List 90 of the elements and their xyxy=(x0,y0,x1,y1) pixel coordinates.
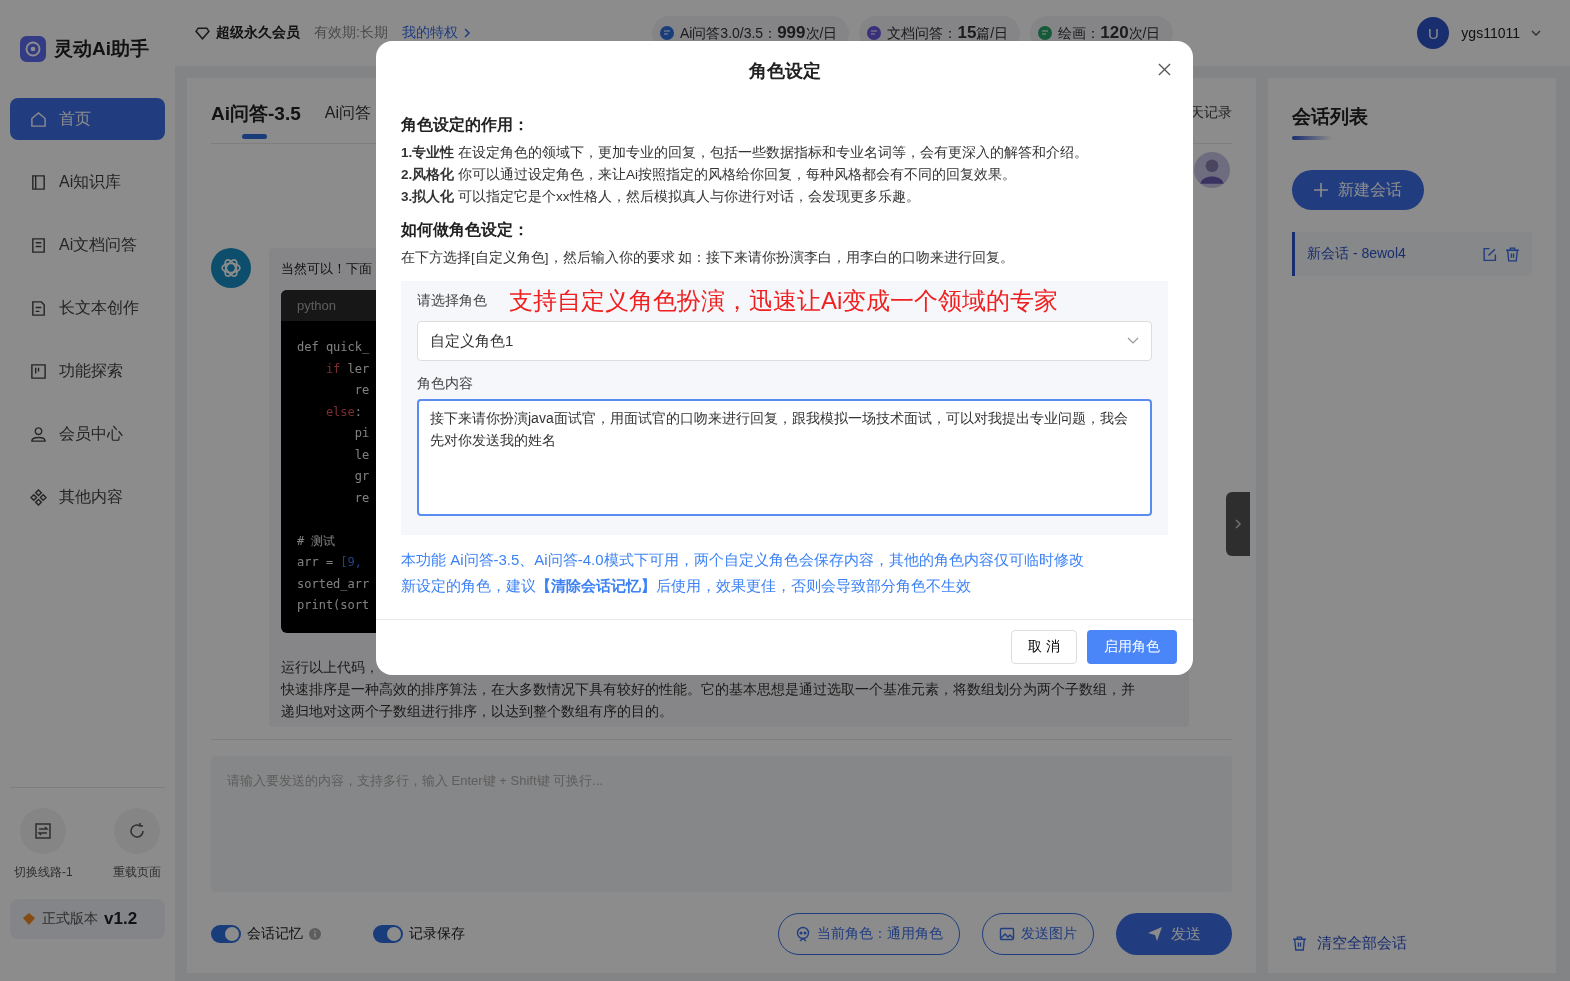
section-heading: 如何做角色设定： xyxy=(401,220,530,240)
toggle-label: 会话记忆 xyxy=(247,925,303,943)
sidebar-item[interactable]: Ai知识库 xyxy=(10,161,165,203)
role-content-input[interactable]: 接下来请你扮演java面试官，用面试官的口吻来进行回复，跟我模拟一场技术面试，可以对我提出专业问题，我会先对你发送我的姓名 xyxy=(417,399,1152,516)
mode-tab[interactable]: Ai问答-3.5 xyxy=(211,86,301,139)
description-text: 在下方选择[自定义角色]，然后输入你的要求 如：接下来请你扮演李白，用李白的口吻来进行回复。 xyxy=(401,249,1016,267)
note-text: 本功能 Ai问答-3.5、Ai问答-4.0模式下可用，两个自定义角色会保存内容，其他的角色内容仅可临时修改 xyxy=(401,550,1085,570)
send-icon xyxy=(1147,926,1163,942)
sidebar-item[interactable]: 会员中心 xyxy=(10,413,165,455)
trash-icon[interactable] xyxy=(1505,246,1520,262)
validity-text: 有效期:长期 xyxy=(314,24,388,42)
session-item[interactable]: 新会话 - 8ewol4 xyxy=(1292,232,1532,276)
tool-button[interactable] xyxy=(20,808,67,854)
tool-label: 重载页面 xyxy=(113,864,161,881)
diamond-icon xyxy=(22,912,36,926)
tool-label: 切换线路-1 xyxy=(14,864,73,881)
role-button[interactable]: 当前角色：通用角色 xyxy=(778,913,960,955)
membership-label: 超级永久会员 xyxy=(216,24,300,42)
toggle-label: 记录保存 xyxy=(409,925,465,943)
message-text: 运行以上代码， xyxy=(281,658,379,677)
code-line: re xyxy=(353,383,370,397)
code-line: sorted_arr xyxy=(297,576,370,591)
user-name[interactable]: ygs11011 xyxy=(1461,25,1520,41)
image-icon xyxy=(999,926,1015,942)
toggle-switch[interactable] xyxy=(373,925,403,943)
clear-all-link[interactable]: 清空全部会话 xyxy=(1292,934,1532,953)
description-text: 2.风格化 你可以通过设定角色，来让Ai按照指定的风格给你回复，每种风格都会有不同的回复效果。 xyxy=(401,166,1018,184)
tool-button[interactable] xyxy=(114,808,160,854)
message-text: 快速排序是一种高效的排序算法，在大多数情况下具有较好的性能。它的基本思想是通过选取一个基准元素，将数组划分为两个子数组，并 xyxy=(281,680,1135,699)
caret-icon xyxy=(1530,29,1542,37)
note-text: 新设定的角色，建议【清除会话记忆】后使用，效果更佳，否则会导致部分角色不生效 xyxy=(401,576,972,596)
sidebar-item[interactable]: 长文本创作 xyxy=(10,287,165,329)
home-icon xyxy=(30,110,47,128)
message-text: 当然可以！下面 xyxy=(281,260,372,278)
section-heading: 角色设定的作用： xyxy=(401,115,530,135)
description-text: 3.拟人化 可以指定它是个xx性格人，然后模拟真人与你进行对话，会发现更多乐趣。 xyxy=(401,188,921,206)
code-line: def quick_ xyxy=(297,340,370,354)
article-icon xyxy=(30,299,47,317)
confirm-button[interactable]: 启用角色 xyxy=(1087,630,1177,664)
dialog-title: 角色设定 xyxy=(748,60,821,83)
side-handle[interactable] xyxy=(1226,492,1250,556)
code-line: else: xyxy=(324,404,363,419)
cancel-button[interactable]: 取 消 xyxy=(1011,630,1077,664)
sidebar-item[interactable]: 其他内容 xyxy=(10,476,165,518)
code-line: gr xyxy=(353,469,370,483)
code-line: le xyxy=(353,447,370,462)
diamond-icon xyxy=(195,25,210,41)
book-icon xyxy=(30,173,47,191)
mode-tab[interactable]: Ai问答 xyxy=(324,89,371,136)
field-label: 角色内容 xyxy=(417,375,474,393)
sidebar-item[interactable]: Ai文档问答 xyxy=(10,224,165,266)
panel-title: 会话列表 xyxy=(1292,105,1369,129)
user-icon xyxy=(30,425,47,443)
sidebar-item[interactable]: 首页 xyxy=(10,98,165,140)
code-line: # 测试 xyxy=(297,533,336,548)
user-avatar[interactable]: U xyxy=(1417,17,1450,49)
code-line: print(sort xyxy=(297,598,370,612)
role-select[interactable]: 自定义角色1 xyxy=(417,321,1152,361)
chevron-icon xyxy=(1234,518,1242,530)
layout-icon xyxy=(30,362,47,380)
code-line: if ler xyxy=(324,361,370,376)
code-line: arr = [9, xyxy=(297,555,363,569)
send-image-button[interactable]: 发送图片 xyxy=(982,913,1094,955)
app-title: 灵动Ai助手 xyxy=(54,37,149,61)
description-text: 1.专业性 在设定角色的领域下，更加专业的回复，包括一些数据指标和专业名词等，会有更深入的解答和介绍。 xyxy=(401,144,1090,162)
edit-icon[interactable] xyxy=(1482,246,1497,262)
user-avatar xyxy=(1194,152,1230,188)
close-icon[interactable] xyxy=(1158,63,1171,76)
code-line: pi xyxy=(353,426,370,440)
robot-icon xyxy=(795,926,811,942)
ai-avatar xyxy=(211,248,251,288)
session-title: 新会话 - 8ewol4 xyxy=(1307,245,1407,263)
logo-icon xyxy=(20,36,46,62)
sidebar-item[interactable]: 功能探索 xyxy=(10,350,165,392)
field-label: 请选择角色 xyxy=(417,292,487,310)
reload-icon xyxy=(127,821,147,841)
version-badge: 正式版本 v1.2 xyxy=(10,899,165,939)
chevron-icon xyxy=(462,27,471,39)
message-text: 递归地对这两个子数组进行排序，以达到整个数组有序的目的。 xyxy=(281,702,673,721)
privilege-link[interactable]: 我的特权 xyxy=(401,24,471,42)
send-button[interactable]: 发送 xyxy=(1116,913,1232,955)
plus-icon xyxy=(1314,183,1328,197)
new-chat-button[interactable]: 新建会话 xyxy=(1292,170,1424,210)
shapes-icon xyxy=(30,488,47,506)
toggle-switch[interactable] xyxy=(211,925,241,943)
info-icon xyxy=(309,928,321,940)
switch-icon xyxy=(33,821,54,841)
code-line: re xyxy=(353,490,370,505)
caret-icon xyxy=(1127,337,1139,345)
trash-icon xyxy=(1292,936,1307,951)
